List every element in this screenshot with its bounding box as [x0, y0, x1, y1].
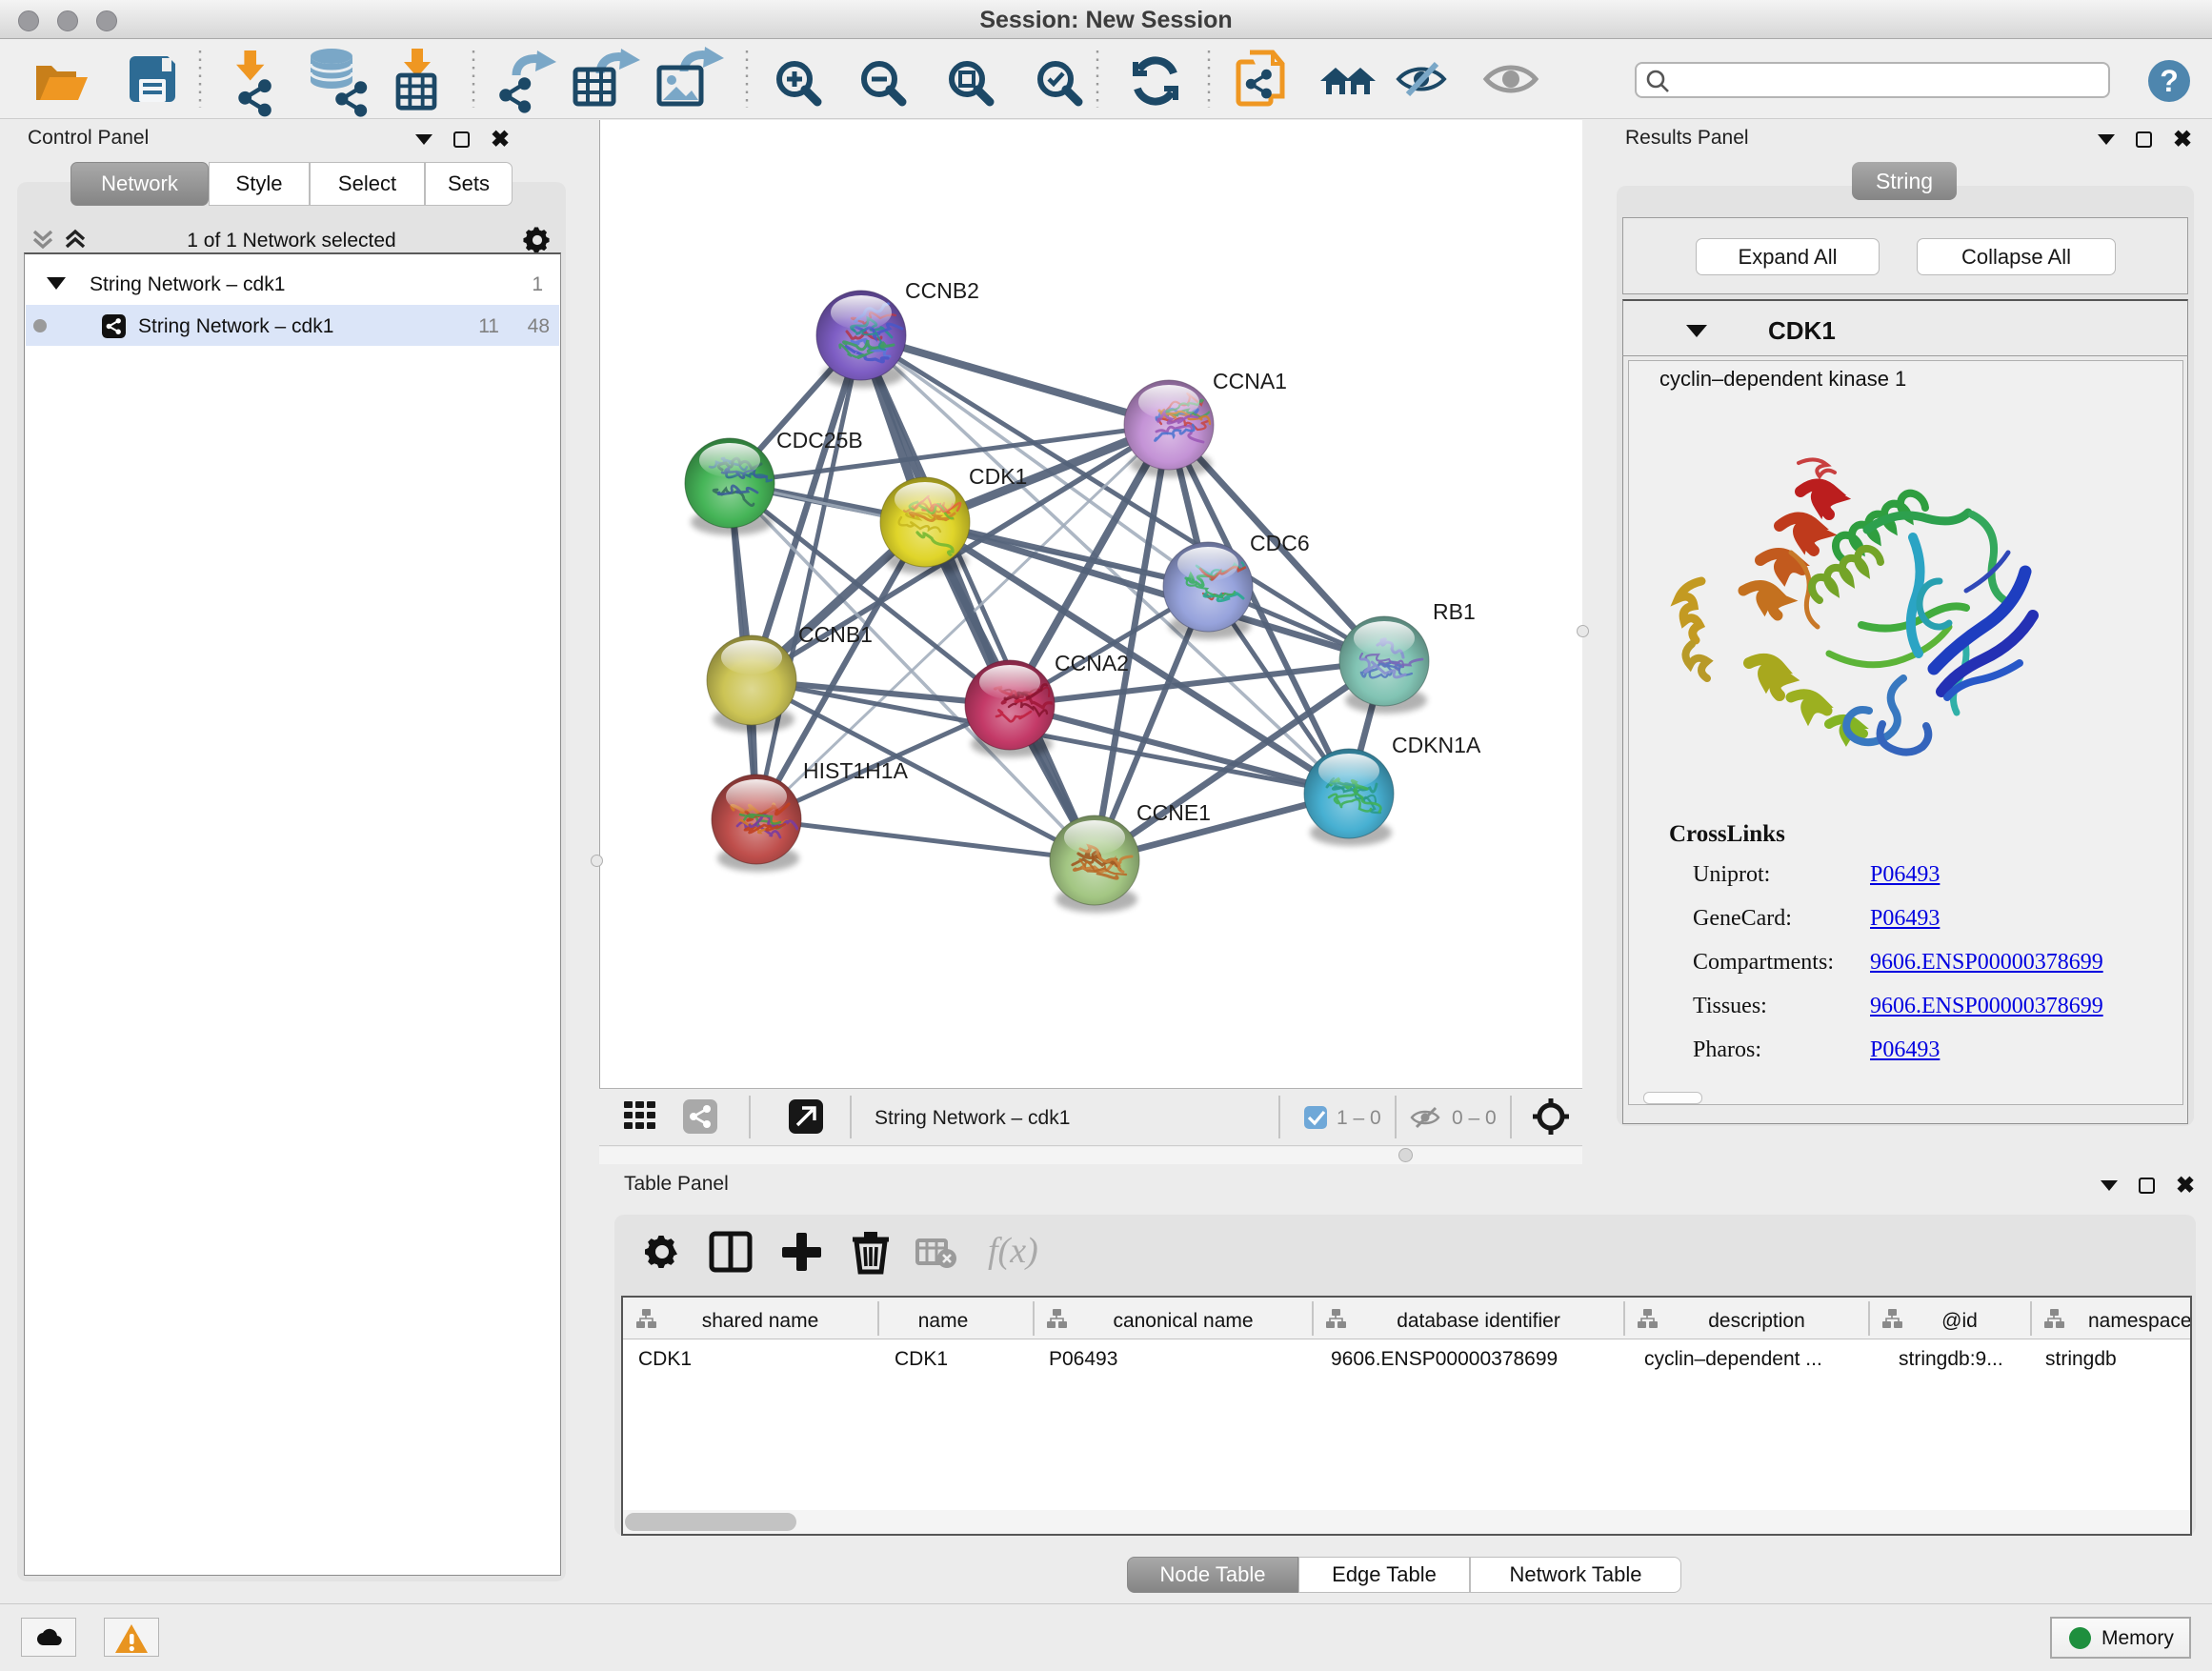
svg-text:0 – 0: 0 – 0 — [1452, 1107, 1497, 1129]
svg-text:description: description — [1708, 1310, 1805, 1332]
svg-text:String Network – cdk1: String Network – cdk1 — [875, 1107, 1070, 1129]
svg-text:CDK1: CDK1 — [638, 1348, 692, 1370]
svg-text:namespace: namespace — [2088, 1310, 2190, 1332]
svg-text:CCNB2: CCNB2 — [905, 278, 979, 303]
svg-text:HIST1H1A: HIST1H1A — [803, 758, 909, 783]
svg-text:P06493: P06493 — [1049, 1348, 1117, 1370]
svg-text:CDK1: CDK1 — [969, 464, 1027, 489]
svg-text:CCNE1: CCNE1 — [1136, 800, 1211, 825]
svg-text:1 – 0: 1 – 0 — [1337, 1107, 1381, 1129]
svg-text:name: name — [918, 1310, 969, 1332]
svg-text:database identifier: database identifier — [1397, 1310, 1560, 1332]
svg-text:stringdb: stringdb — [2045, 1348, 2117, 1370]
svg-text:shared name: shared name — [702, 1310, 819, 1332]
svg-text:CCNB1: CCNB1 — [798, 622, 873, 647]
svg-text:CDC25B: CDC25B — [776, 428, 863, 453]
svg-text:CDKN1A: CDKN1A — [1392, 733, 1481, 757]
svg-text:RB1: RB1 — [1433, 599, 1476, 624]
svg-text:CCNA1: CCNA1 — [1213, 369, 1287, 393]
svg-text:@id: @id — [1941, 1310, 1978, 1332]
svg-text:cyclin–dependent ...: cyclin–dependent ... — [1644, 1348, 1822, 1370]
svg-text:canonical name: canonical name — [1113, 1310, 1253, 1332]
svg-text:f(x): f(x) — [988, 1231, 1038, 1271]
svg-text:CCNA2: CCNA2 — [1055, 651, 1129, 675]
svg-text:9606.ENSP00000378699: 9606.ENSP00000378699 — [1331, 1348, 1558, 1370]
svg-text:?: ? — [2160, 64, 2179, 98]
svg-text:CDC6: CDC6 — [1250, 531, 1310, 555]
svg-text:stringdb:9...: stringdb:9... — [1899, 1348, 2003, 1370]
svg-text:CDK1: CDK1 — [895, 1348, 948, 1370]
